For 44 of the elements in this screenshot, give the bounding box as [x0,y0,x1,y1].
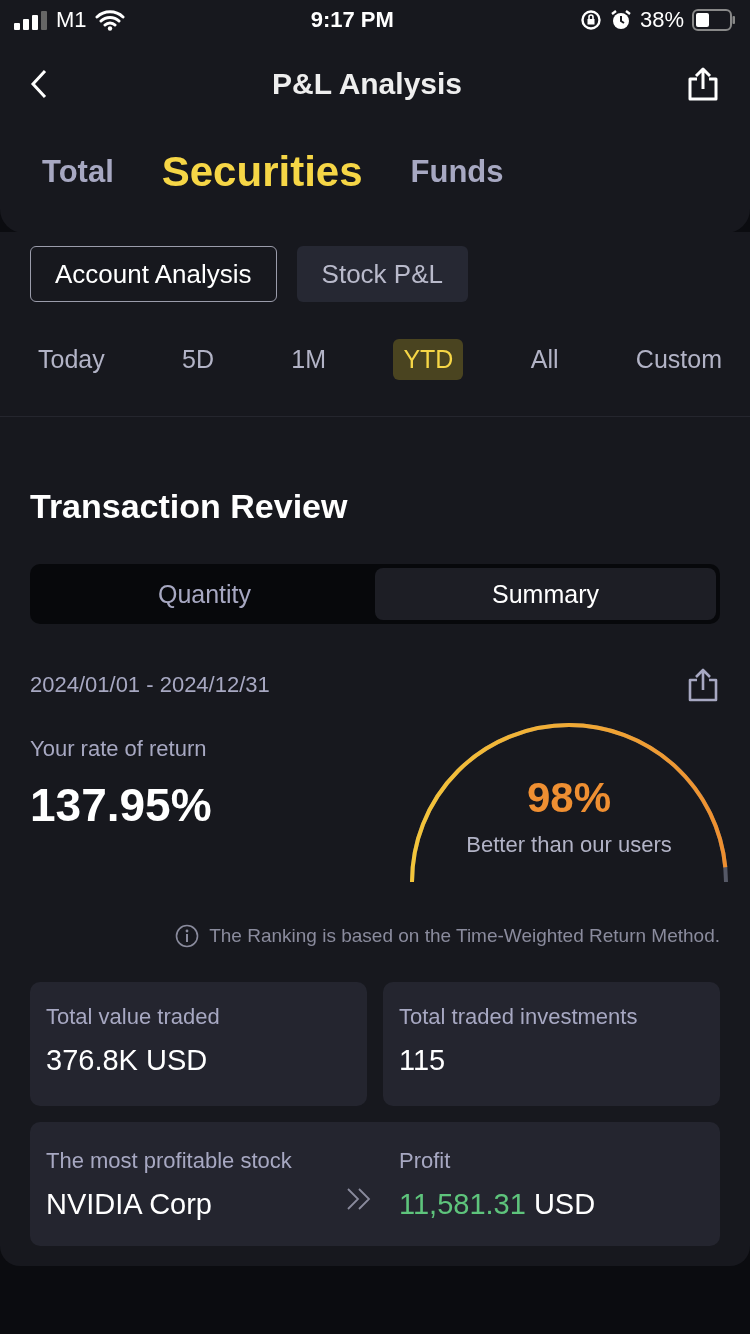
info-icon [175,924,200,948]
page-title: P&L Analysis [271,67,463,101]
section-title: Transaction Review [30,487,349,526]
category-tab[interactable]: Funds [410,153,504,190]
rotation-lock-icon [579,9,602,31]
period-tab[interactable]: Today [28,338,115,380]
view-button[interactable]: Stock P&L [296,246,468,302]
signal-icon [14,10,48,30]
clock-time: 9:17 PM [310,7,394,33]
stat-value: 376.8K USD [46,1044,209,1077]
period-tab[interactable]: Custom [625,338,732,380]
battery-icon [692,9,736,31]
double-chevron-icon [346,1187,372,1211]
stat-label: Total traded investments [399,1004,639,1030]
share-icon[interactable] [686,668,720,702]
rate-value: 137.95% [30,778,212,832]
percentile-value: 98% [526,774,612,822]
top-stock-card[interactable]: The most profitable stock NVIDIA Corp Profit 11,581.31 USD [30,1122,720,1246]
currency-label: USD [533,1187,596,1221]
category-tab[interactable]: Total [42,153,114,190]
percentile-caption: Better than our users [466,832,672,858]
stat-label: Profit [399,1147,452,1174]
stock-name: NVIDIA Corp [46,1187,213,1221]
stat-label: The most profitable stock [46,1147,293,1174]
period-tab[interactable]: 1M [281,338,337,380]
battery-percent: 38% [639,7,684,33]
ranking-note: The Ranking is based on the Time-Weighted Return Method. [209,925,720,947]
period-tab[interactable]: YTD [393,338,464,380]
back-icon[interactable] [30,69,48,99]
segment-tab[interactable]: Summary [375,568,716,620]
share-icon[interactable] [686,67,720,101]
segment-tab[interactable]: Quantity [34,568,375,620]
stat-value: 115 [399,1044,447,1077]
carrier-name: M1 [56,7,87,33]
wifi-icon [94,9,125,31]
rate-label: Your rate of return [30,736,208,762]
date-range: 2024/01/01 - 2024/12/31 [30,672,270,698]
period-tab[interactable]: All [520,338,569,380]
period-tab[interactable]: 5D [172,338,224,380]
category-tab[interactable]: Securities [161,147,363,196]
stat-label: Total value traded [46,1004,221,1030]
view-button[interactable]: Account Analysis [30,246,277,302]
alarm-icon [609,9,632,31]
profit-value: 11,581.31 [399,1187,526,1221]
